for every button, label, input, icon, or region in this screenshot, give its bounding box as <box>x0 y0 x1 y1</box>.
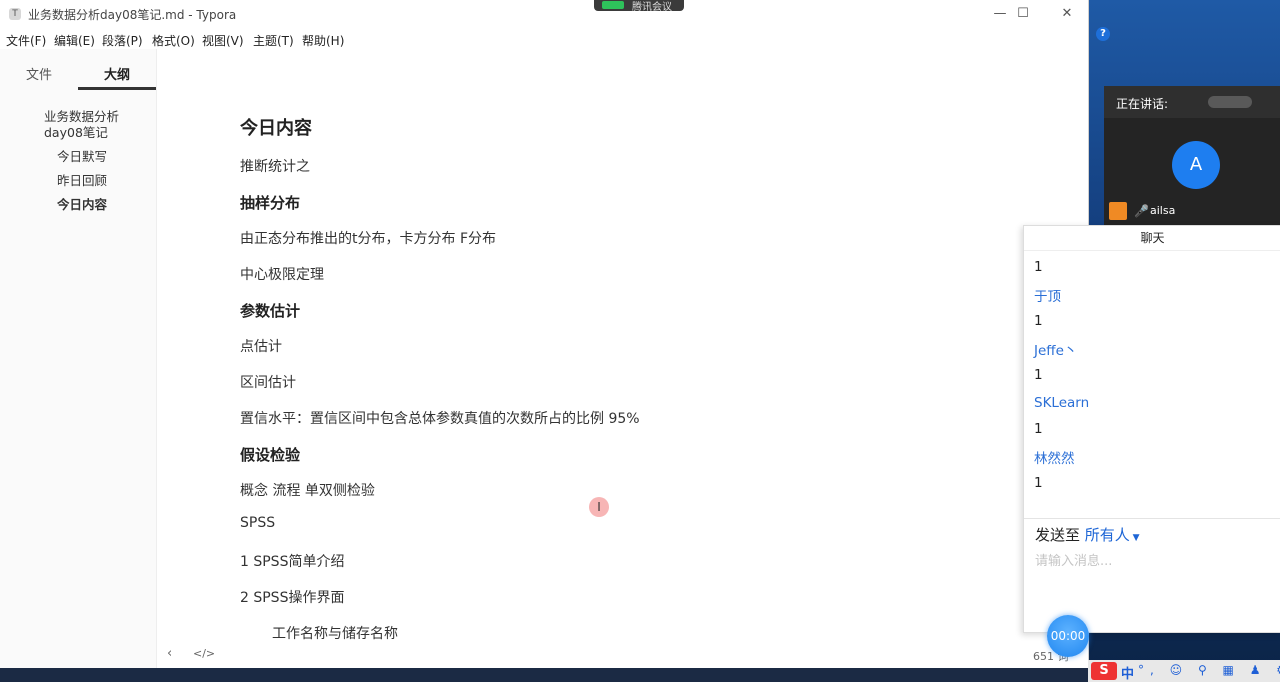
maximize-icon[interactable]: ☐ <box>1001 0 1045 29</box>
window-title: 业务数据分析day08笔记.md - Typora <box>28 8 237 22</box>
close-icon[interactable]: ✕ <box>1045 0 1089 29</box>
sidebar: 文件 大纲 业务数据分析 day08笔记 今日默写 昨日回顾 今日内容 <box>0 49 157 668</box>
meeting-status-icon <box>602 1 624 9</box>
text-cursor-icon: I <box>589 497 609 517</box>
doc-line: 点估计 <box>240 339 282 355</box>
microphone-icon: 🎤 <box>1134 204 1149 218</box>
tab-outline[interactable]: 大纲 <box>104 64 130 83</box>
doc-line: 置信水平：置信区间中包含总体参数真值的次数所占的比例 95% <box>240 411 640 427</box>
typora-app-icon: T <box>9 8 21 20</box>
menu-edit[interactable]: 编辑(E) <box>54 32 95 49</box>
chat-message: 1 <box>1034 313 1043 329</box>
outline-item-today[interactable]: 今日内容 <box>57 194 107 213</box>
doc-line: SPSS <box>240 515 276 531</box>
chat-message: 1 <box>1034 367 1043 383</box>
send-to-value[interactable]: 所有人 <box>1085 526 1130 544</box>
ime-mode[interactable]: 中 <box>1121 663 1134 682</box>
active-tab-indicator <box>78 87 156 90</box>
status-bar: ‹ </> 651 词 <box>157 640 1087 668</box>
chat-input[interactable]: 请输入消息... <box>1035 550 1112 569</box>
meeting-notch[interactable]: 腾讯会议 <box>594 0 684 13</box>
chat-message: 1 <box>1034 475 1043 491</box>
doc-line: 推断统计之 <box>240 159 310 175</box>
chat-panel: 聊天 1 于顶 1 Jeffe丶 1 SKLearn 1 林然然 1 发送至 所… <box>1023 225 1280 633</box>
speaking-name-blurred <box>1208 96 1252 108</box>
ime-tool-icons[interactable]: °, ☺ ⚲ ▦ ♟ ⚙ <box>1138 663 1280 677</box>
chat-divider <box>1024 518 1280 519</box>
chat-title: 聊天 <box>1024 226 1280 251</box>
menu-help[interactable]: 帮助(H) <box>302 32 344 49</box>
speaking-label: 正在讲话: <box>1116 97 1169 111</box>
menu-theme[interactable]: 主题(T) <box>253 32 294 49</box>
chat-message: 1 <box>1034 259 1043 275</box>
sogou-ime-icon[interactable]: S <box>1091 662 1117 680</box>
send-to-label: 发送至 <box>1035 526 1081 544</box>
doc-heading: 参数估计 <box>240 302 301 320</box>
chat-sender: 于顶 <box>1034 289 1061 305</box>
doc-line: 由正态分布推出的t分布，卡方分布 F分布 <box>240 231 496 247</box>
editor-area[interactable]: 今日内容 推断统计之 抽样分布 由正态分布推出的t分布，卡方分布 F分布 中心极… <box>157 49 1087 642</box>
chat-sender: 林然然 <box>1034 451 1075 467</box>
doc-heading: 抽样分布 <box>240 194 301 212</box>
speaker-header: 正在讲话: <box>1104 86 1280 118</box>
doc-line: 2 SPSS操作界面 <box>240 590 345 606</box>
source-code-icon[interactable]: </> <box>193 647 215 660</box>
typora-window: T 业务数据分析day08笔记.md - Typora — ☐ ✕ 文件(F) … <box>0 0 1089 668</box>
doc-heading: 假设检验 <box>240 446 301 464</box>
avatar: A <box>1172 141 1220 189</box>
menu-bar: 文件(F) 编辑(E) 段落(P) 格式(O) 视图(V) 主题(T) 帮助(H… <box>0 29 1088 49</box>
caret-down-icon[interactable]: ▼ <box>1130 533 1140 543</box>
send-to-selector[interactable]: 发送至 所有人 ▼ <box>1035 524 1140 545</box>
tab-files[interactable]: 文件 <box>26 64 52 83</box>
outline-item-title-line2[interactable]: day08笔记 <box>44 122 108 141</box>
chat-sender: Jeffe丶 <box>1034 343 1078 359</box>
menu-file[interactable]: 文件(F) <box>6 32 46 49</box>
menu-format[interactable]: 格式(O) <box>152 32 195 49</box>
ime-toolbar: S 中 °, ☺ ⚲ ▦ ♟ ⚙ <box>1088 660 1280 682</box>
recording-timer[interactable]: 00:00 <box>1047 615 1089 657</box>
chat-sender: SKLearn <box>1034 395 1090 411</box>
doc-line: 概念 流程 单双侧检验 <box>240 483 375 499</box>
help-icon[interactable]: ? <box>1096 27 1110 41</box>
meeting-app-name: 腾讯会议 <box>632 2 672 13</box>
doc-line: 1 SPSS简单介绍 <box>240 554 345 570</box>
doc-line: 区间估计 <box>240 375 296 391</box>
menu-paragraph[interactable]: 段落(P) <box>102 32 143 49</box>
menu-view[interactable]: 视图(V) <box>202 32 244 49</box>
title-bar: T 业务数据分析day08笔记.md - Typora — ☐ ✕ <box>0 0 1088 29</box>
speaker-panel: 正在讲话: A 🎤 ailsa <box>1104 86 1280 227</box>
outline-item-dictation[interactable]: 今日默写 <box>57 146 107 165</box>
person-icon <box>1109 202 1127 220</box>
chat-message: 1 <box>1034 421 1043 437</box>
doc-line: 中心极限定理 <box>240 267 324 283</box>
chevron-left-icon[interactable]: ‹ <box>167 646 172 661</box>
outline-item-review[interactable]: 昨日回顾 <box>57 170 107 189</box>
heading-today: 今日内容 <box>240 118 312 139</box>
speaker-name: ailsa <box>1150 204 1176 217</box>
